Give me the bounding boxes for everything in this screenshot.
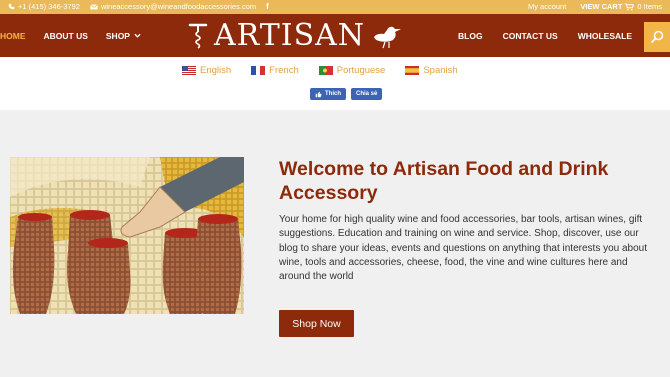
main-navigation: HOME ABOUT US SHOP ARTISAN BLOG CONTACT … xyxy=(0,14,670,57)
language-label: English xyxy=(200,65,232,76)
view-cart-label: VIEW CART xyxy=(580,2,623,11)
facebook-link[interactable]: f xyxy=(266,2,269,11)
nav-contact-us[interactable]: CONTACT US xyxy=(503,31,558,41)
nav-blog[interactable]: BLOG xyxy=(458,31,483,41)
corkscrew-icon xyxy=(188,23,208,49)
language-spanish[interactable]: Spanish xyxy=(405,65,458,76)
phone-number: +1 (415) 346-3792 xyxy=(18,2,80,11)
like-label: Thích xyxy=(325,91,341,97)
top-bar: +1 (415) 346-3792 wineaccessory@wineandf… xyxy=(0,0,670,14)
cart-item-count: 0 Items xyxy=(637,2,662,11)
nav-wholesale[interactable]: WHOLESALE xyxy=(578,31,632,41)
search-icon xyxy=(650,30,664,44)
facebook-like-button[interactable]: Thích xyxy=(310,88,346,100)
site-logo[interactable]: ARTISAN xyxy=(188,17,418,53)
france-flag-icon xyxy=(251,66,266,75)
language-french[interactable]: French xyxy=(251,65,299,76)
duck-icon xyxy=(374,26,402,49)
facebook-share-button[interactable]: Chia sẻ xyxy=(351,88,383,100)
chevron-down-icon xyxy=(134,33,141,38)
logo-wordmark: ARTISAN xyxy=(214,17,366,53)
phone-icon xyxy=(8,3,15,10)
view-cart-link[interactable]: VIEW CART 0 Items xyxy=(580,2,662,11)
portugal-flag-icon xyxy=(318,66,333,75)
nav-shop[interactable]: SHOP xyxy=(106,31,141,41)
us-flag-icon xyxy=(182,66,196,75)
envelope-icon xyxy=(90,3,98,9)
language-label: French xyxy=(269,65,299,76)
language-portuguese[interactable]: Portuguese xyxy=(318,65,386,76)
nav-shop-label: SHOP xyxy=(105,30,130,41)
nav-home[interactable]: HOME xyxy=(0,31,26,41)
language-label: Portuguese xyxy=(336,65,386,76)
search-button[interactable] xyxy=(644,22,670,52)
thumbs-up-icon xyxy=(315,91,322,97)
spain-flag-icon xyxy=(405,66,420,75)
language-label: Spanish xyxy=(423,65,458,76)
cart-icon xyxy=(625,3,635,10)
hero-mosaic-image xyxy=(10,157,244,314)
language-bar: English French Portuguese Spanish Thích … xyxy=(0,57,670,110)
welcome-heading: Welcome to Artisan Food and Drink Access… xyxy=(279,158,609,204)
my-account-link[interactable]: My account xyxy=(528,2,566,11)
shop-now-button[interactable]: Shop Now xyxy=(279,310,354,337)
share-label: Chia sẻ xyxy=(356,91,378,97)
facebook-icon: f xyxy=(266,2,269,11)
phone-link[interactable]: +1 (415) 346-3792 xyxy=(8,2,80,11)
language-english[interactable]: English xyxy=(182,65,231,76)
nav-about-us[interactable]: ABOUT US xyxy=(44,31,88,41)
email-address: wineaccessory@wineandfoodaccessories.com xyxy=(100,2,257,11)
email-link[interactable]: wineaccessory@wineandfoodaccessories.com xyxy=(90,2,256,11)
welcome-description: Your home for high quality wine and food… xyxy=(279,214,648,283)
